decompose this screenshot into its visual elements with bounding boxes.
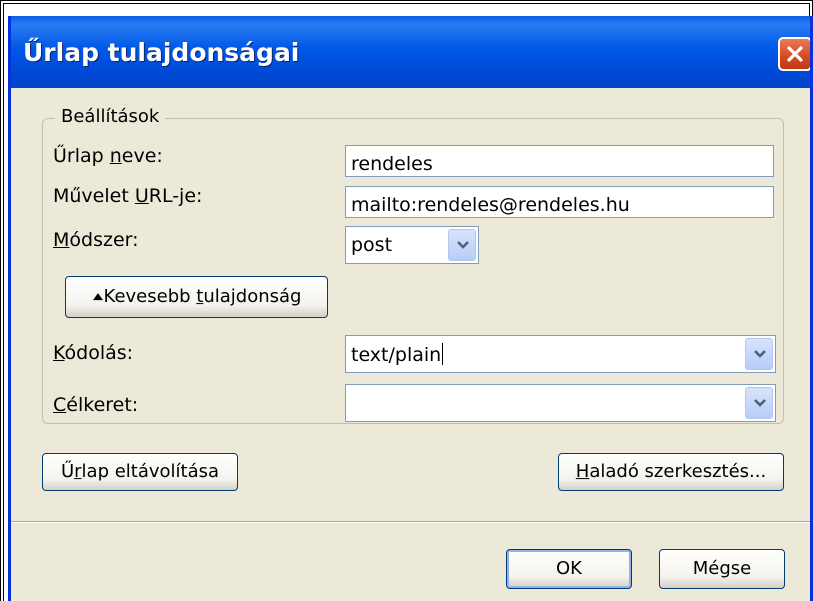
form-name-input[interactable] bbox=[345, 145, 774, 177]
chevron-down-icon bbox=[754, 350, 766, 358]
action-url-label: Művelet URL-je: bbox=[53, 185, 203, 207]
encoding-dropdown-button[interactable] bbox=[745, 338, 773, 370]
less-properties-button[interactable]: Kevesebb tulajdonság bbox=[65, 276, 328, 318]
target-label: Célkeret: bbox=[53, 394, 139, 416]
triangle-up-icon bbox=[92, 293, 103, 301]
target-dropdown-button[interactable] bbox=[745, 387, 773, 419]
close-icon bbox=[787, 46, 803, 62]
chevron-down-icon bbox=[754, 399, 766, 407]
cancel-button[interactable]: Mégse bbox=[659, 549, 785, 589]
close-button[interactable] bbox=[778, 37, 810, 71]
ok-button[interactable]: OK bbox=[506, 549, 632, 589]
dialog-window: Űrlap tulajdonságai Beállítások Űrlap ne… bbox=[8, 16, 813, 601]
encoding-label: Kódolás: bbox=[53, 342, 134, 364]
method-value: post bbox=[351, 234, 393, 256]
settings-legend: Beállítások bbox=[55, 106, 166, 127]
chevron-down-icon bbox=[457, 241, 469, 249]
form-name-label: Űrlap neve: bbox=[53, 145, 163, 167]
title-bar[interactable]: Űrlap tulajdonságai bbox=[11, 16, 810, 88]
text-caret bbox=[442, 343, 444, 365]
method-select[interactable]: post bbox=[345, 226, 479, 264]
target-combobox[interactable] bbox=[345, 384, 776, 422]
advanced-edit-button[interactable]: Haladó szerkesztés... bbox=[558, 453, 784, 491]
dialog-content: Beállítások Űrlap neve: Művelet URL-je: … bbox=[11, 88, 810, 601]
encoding-value: text/plain bbox=[351, 343, 444, 366]
method-dropdown-button[interactable] bbox=[448, 229, 476, 261]
separator bbox=[11, 521, 810, 523]
remove-form-button[interactable]: Űrlap eltávolítása bbox=[42, 453, 238, 491]
method-label: Módszer: bbox=[53, 229, 139, 251]
action-url-input[interactable] bbox=[345, 186, 774, 218]
encoding-combobox[interactable]: text/plain bbox=[345, 335, 776, 373]
dialog-title: Űrlap tulajdonságai bbox=[23, 38, 300, 67]
